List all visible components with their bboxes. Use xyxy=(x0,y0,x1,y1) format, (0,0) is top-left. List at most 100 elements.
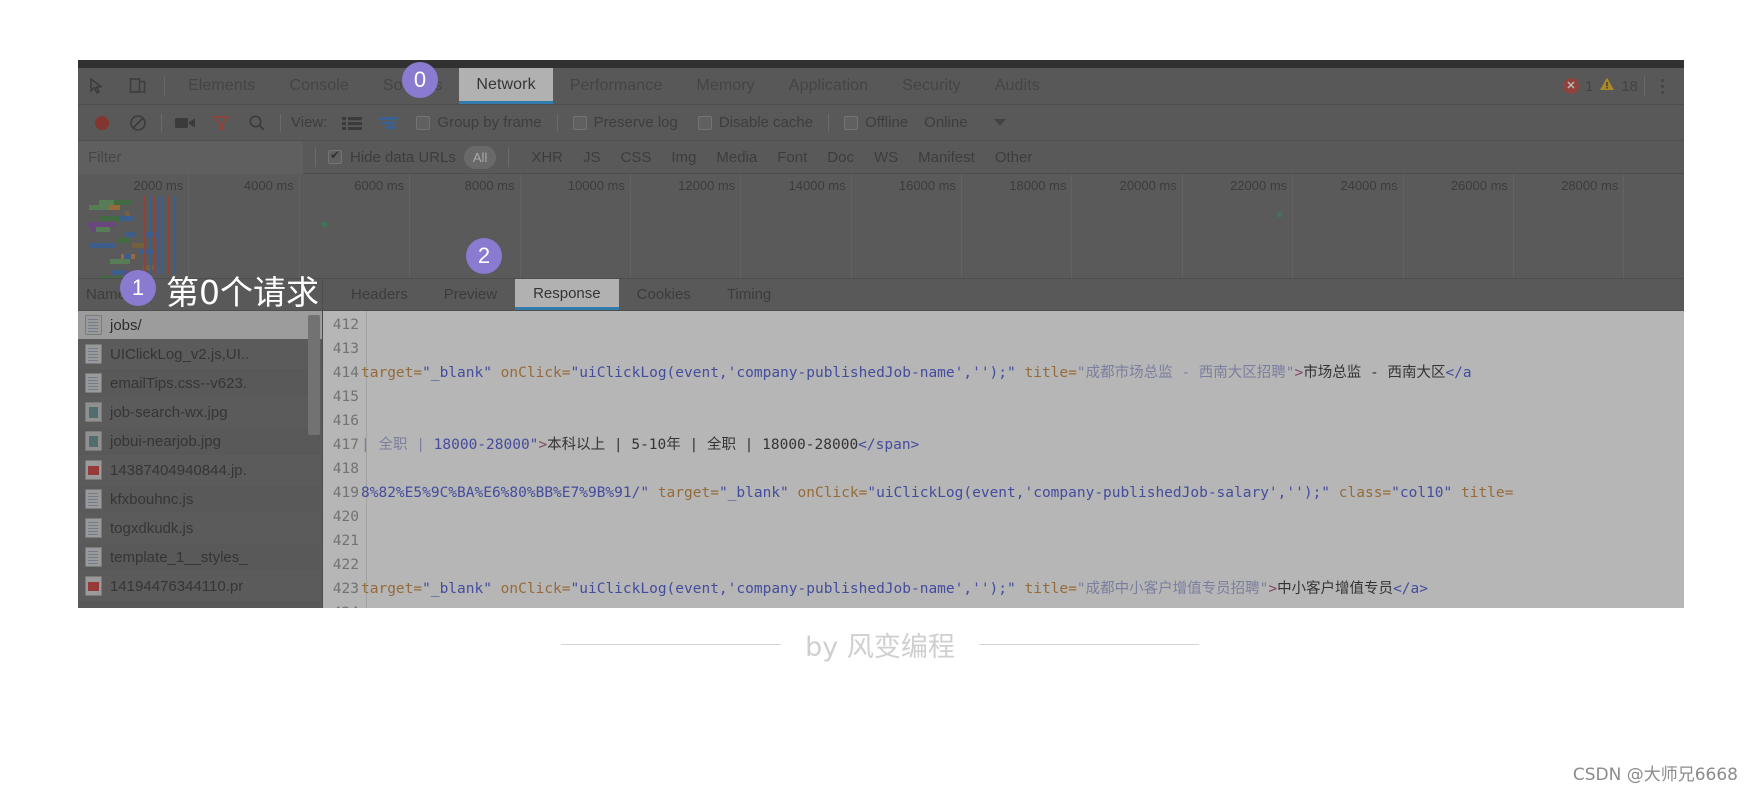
request-list-item[interactable]: emailTips.css--v623. xyxy=(78,369,322,398)
tab-preview[interactable]: Preview xyxy=(426,279,515,310)
code-token: </a xyxy=(1445,365,1472,381)
filter-type-manifest[interactable]: Manifest xyxy=(908,146,985,169)
error-badge[interactable]: ✕ 1 xyxy=(1562,78,1593,95)
request-list-scrollbar[interactable] xyxy=(308,315,320,435)
code-token: "成都市场总监 - 西南大区招聘" xyxy=(1076,365,1295,381)
disable-cache-checkbox[interactable]: Disable cache xyxy=(697,114,813,131)
request-list[interactable]: jobs/UIClickLog_v2.js,UI.. emailTips.css-… xyxy=(78,311,322,608)
annotation-badge-0: 0 xyxy=(402,62,438,98)
offline-label: Offline xyxy=(865,114,909,131)
hide-data-urls-checkbox[interactable]: Hide data URLs xyxy=(328,148,456,166)
group-by-frame-checkbox[interactable]: Group by frame xyxy=(416,114,542,131)
timeline-request-bar xyxy=(109,205,120,211)
image-file-icon xyxy=(85,576,102,596)
filter-type-all[interactable]: All xyxy=(463,145,497,169)
preserve-log-box[interactable] xyxy=(572,115,587,130)
code-token: target= xyxy=(649,485,719,501)
timeline-event-line xyxy=(154,196,156,274)
request-name-label: togxdkudk.js xyxy=(110,519,194,537)
offline-checkbox[interactable]: Offline xyxy=(844,114,908,131)
request-name-label: 14194476344110.pr xyxy=(110,577,244,595)
timeline-tick-label: 24000 ms xyxy=(1340,178,1398,193)
tab-memory[interactable]: Memory xyxy=(679,68,771,104)
code-token: > xyxy=(538,437,548,453)
timeline-tick-label: 10000 ms xyxy=(567,178,625,193)
code-content[interactable]: target="_blank" onClick="uiClickLog(even… xyxy=(359,311,1684,608)
list-view-icon[interactable] xyxy=(334,105,370,141)
code-line-number: 421 xyxy=(332,533,359,549)
timeline-tick: 14000 ms xyxy=(789,174,852,278)
filter-type-ws[interactable]: WS xyxy=(864,146,908,169)
code-token: "_blank" xyxy=(422,365,492,381)
filter-type-xhr[interactable]: XHR xyxy=(521,146,573,169)
document-file-icon xyxy=(85,315,102,335)
filter-type-other[interactable]: Other xyxy=(985,146,1043,169)
record-button-icon[interactable] xyxy=(84,105,120,141)
clear-icon[interactable] xyxy=(120,105,156,141)
page-root: Elements Console Sources Network Perform… xyxy=(0,0,1760,796)
timeline-request-bar xyxy=(124,254,131,259)
request-list-item[interactable]: job-search-wx.jpg xyxy=(78,398,322,427)
kebab-menu-icon[interactable] xyxy=(1651,78,1674,94)
toolbar-divider-2 xyxy=(280,113,281,132)
offline-box[interactable] xyxy=(844,115,859,130)
chevron-down-icon xyxy=(993,119,1006,126)
tab-performance[interactable]: Performance xyxy=(553,68,680,104)
request-list-item[interactable]: kfxbouhnc.js xyxy=(78,485,322,514)
inspect-cursor-icon[interactable] xyxy=(78,68,118,104)
code-line-number: 414 xyxy=(332,365,359,381)
network-overview-timeline[interactable]: 2000 ms 4000 ms 6000 ms 8000 ms 10000 ms 1200… xyxy=(78,174,1684,279)
preserve-log-checkbox[interactable]: Preserve log xyxy=(572,114,678,131)
network-split-pane: Name jobs/UIClickLog_v2.js,UI.. emailTips… xyxy=(78,279,1684,608)
group-by-frame-box[interactable] xyxy=(416,115,431,130)
request-list-item[interactable]: togxdkudk.js xyxy=(78,514,322,543)
code-token: title= xyxy=(1452,485,1514,501)
tab-application[interactable]: Application xyxy=(772,68,885,104)
tab-response[interactable]: Response xyxy=(515,279,619,310)
filter-type-css[interactable]: CSS xyxy=(611,146,662,169)
code-token: "uiClickLog(event,'company-publishedJob-… xyxy=(570,581,1016,597)
code-line: target="_blank" onClick="uiClickLog(even… xyxy=(361,577,1684,601)
timeline-tick-label: 26000 ms xyxy=(1450,178,1508,193)
waterfall-view-icon[interactable] xyxy=(370,105,406,141)
group-by-frame-label: Group by frame xyxy=(437,114,542,131)
tab-security[interactable]: Security xyxy=(885,68,978,104)
request-list-item[interactable]: 14194476344110.pr xyxy=(78,572,322,601)
tab-audits[interactable]: Audits xyxy=(978,68,1057,104)
request-list-item[interactable]: 14387404940844.jp. xyxy=(78,456,322,485)
code-token: onClick= xyxy=(491,365,571,381)
search-icon[interactable] xyxy=(239,105,275,141)
stylesheet-file-icon xyxy=(85,547,102,567)
tab-console[interactable]: Console xyxy=(273,68,366,104)
tab-cookies[interactable]: Cookies xyxy=(619,279,709,310)
capture-screenshots-icon[interactable] xyxy=(167,105,203,141)
request-list-item[interactable]: jobui-nearjob.jpg xyxy=(78,427,322,456)
code-token: 18000-28000" xyxy=(433,437,539,453)
filter-funnel-icon[interactable] xyxy=(203,105,239,141)
request-list-item[interactable]: jobs/ xyxy=(78,311,322,340)
filter-type-font[interactable]: Font xyxy=(767,146,817,169)
warning-badge[interactable]: 18 xyxy=(1599,76,1638,96)
timeline-request-bar xyxy=(117,237,130,243)
code-token: "uiClickLog(event,'company-publishedJob-… xyxy=(570,365,1016,381)
device-toolbar-icon[interactable] xyxy=(118,68,158,104)
filter-type-media[interactable]: Media xyxy=(706,146,767,169)
request-list-item[interactable]: template_1__styles_ xyxy=(78,543,322,572)
hide-data-urls-box[interactable] xyxy=(328,148,342,164)
tab-timing[interactable]: Timing xyxy=(709,279,789,310)
request-list-item[interactable]: UIClickLog_v2.js,UI.. xyxy=(78,340,322,369)
filter-type-js[interactable]: JS xyxy=(573,146,611,169)
response-code-viewer[interactable]: 4124134144154164174184194204214224234244… xyxy=(323,311,1684,608)
filter-input[interactable] xyxy=(78,140,303,174)
throttling-select[interactable]: Online xyxy=(924,114,1006,131)
filter-type-doc[interactable]: Doc xyxy=(817,146,864,169)
tab-elements[interactable]: Elements xyxy=(171,68,273,104)
filter-type-img[interactable]: Img xyxy=(661,146,706,169)
filter-divider-2 xyxy=(508,147,510,167)
disable-cache-box[interactable] xyxy=(697,115,712,130)
tab-network[interactable]: Network xyxy=(459,68,553,104)
tab-headers[interactable]: Headers xyxy=(333,279,426,310)
